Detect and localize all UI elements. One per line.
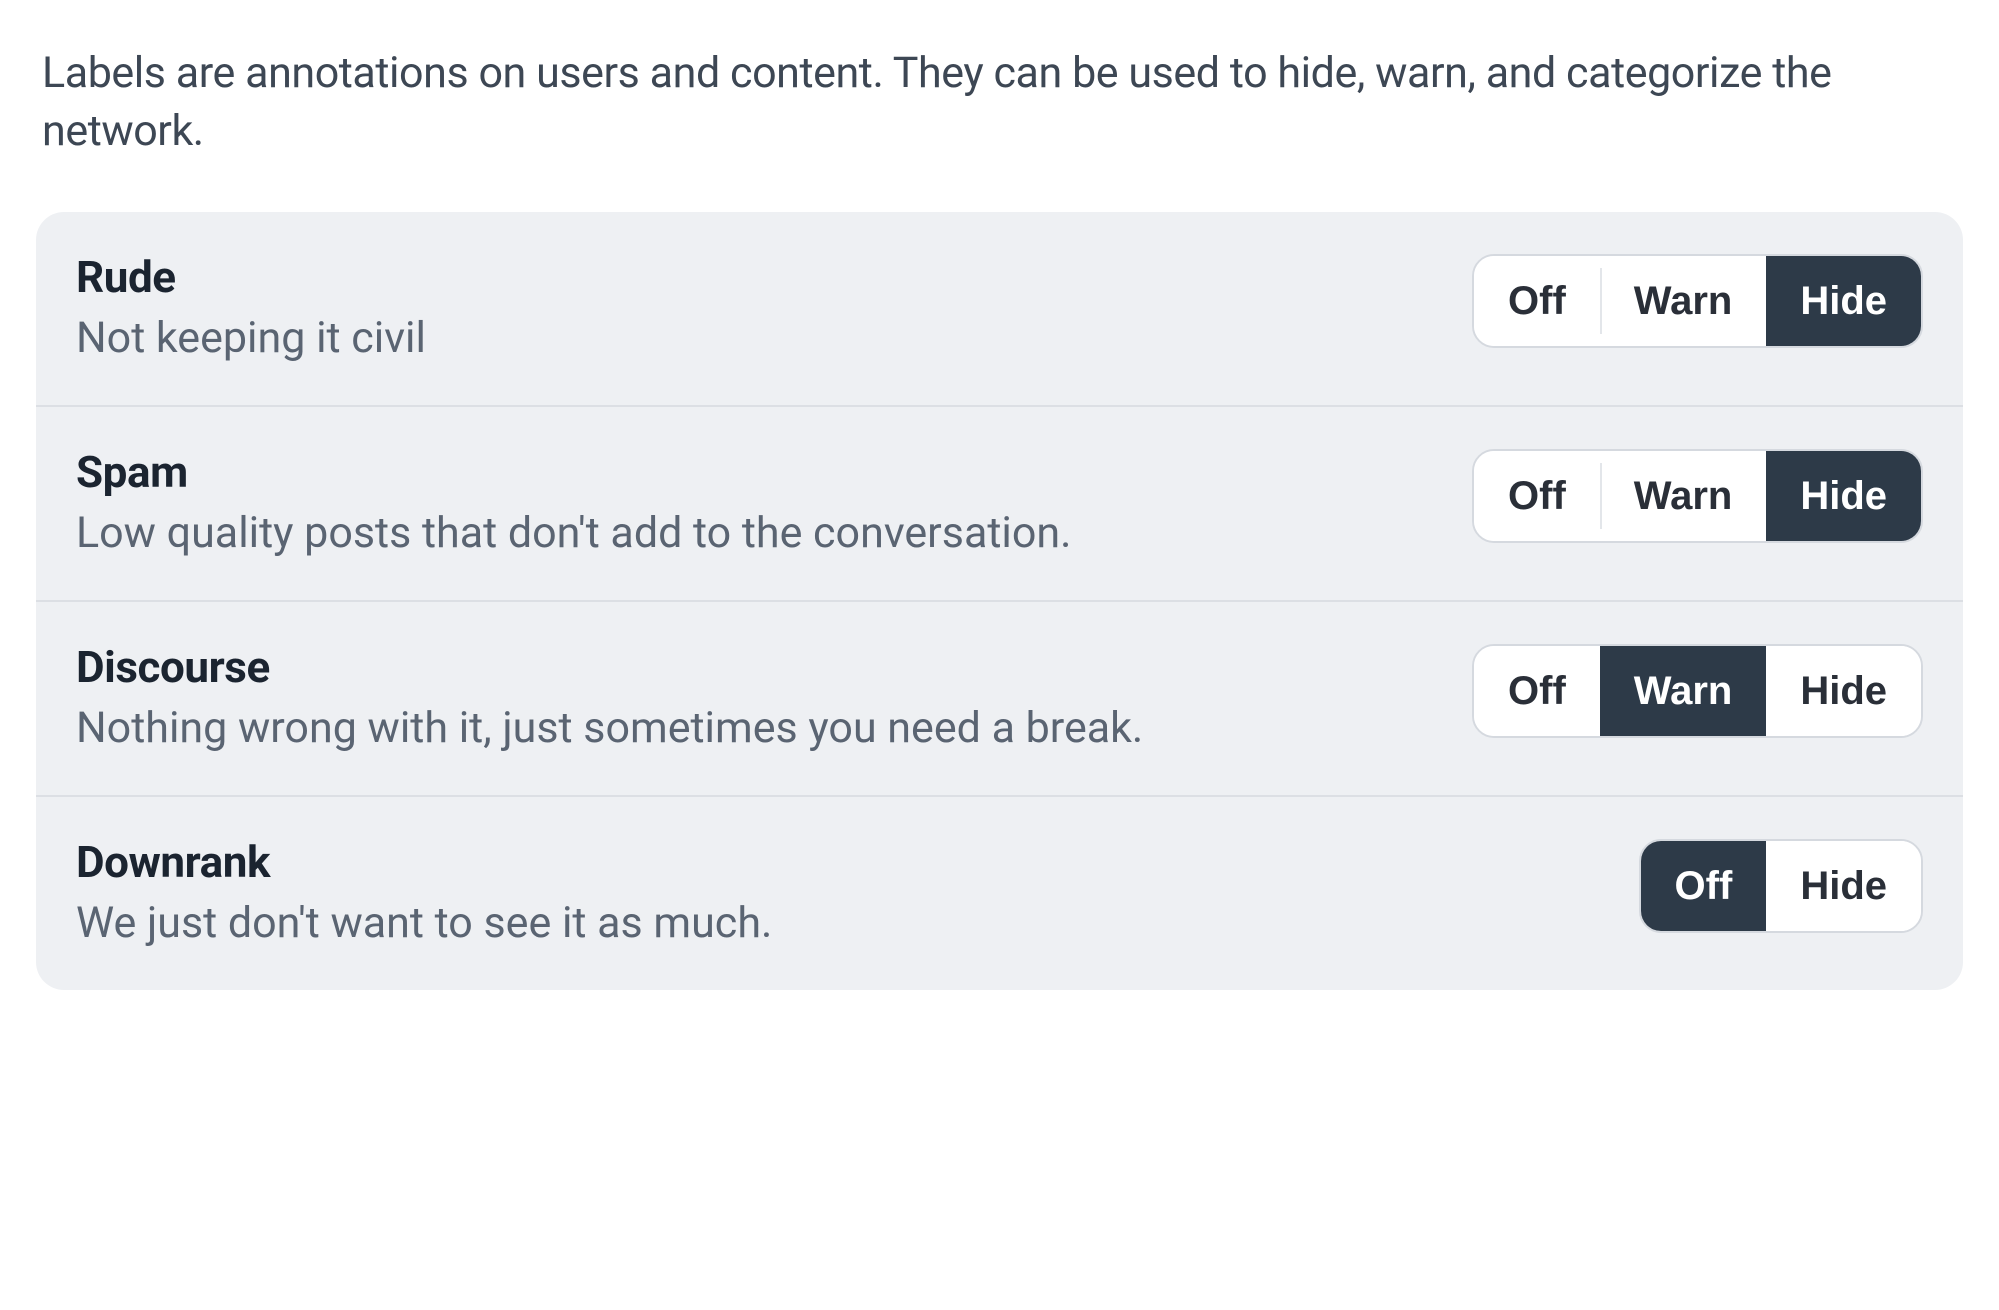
labels-panel: Rude Not keeping it civil Off Warn Hide … [36,212,1963,990]
segment-option-off[interactable]: Off [1474,646,1600,736]
label-title: Rude [76,250,1444,305]
label-description: Nothing wrong with it, just sometimes yo… [76,701,1444,757]
segment-option-hide[interactable]: Hide [1766,841,1921,931]
segment-option-off[interactable]: Off [1641,841,1767,931]
label-text: Downrank We just don't want to see it as… [76,835,1611,952]
segment-option-hide[interactable]: Hide [1766,646,1921,736]
labels-settings-page: Labels are annotations on users and cont… [0,0,1999,1034]
label-segmented-discourse: Off Warn Hide [1472,644,1923,738]
label-description: We just don't want to see it as much. [76,896,1611,952]
label-title: Spam [76,445,1444,500]
label-segmented-downrank: Off Hide [1639,839,1923,933]
label-description: Not keeping it civil [76,311,1444,367]
segment-option-hide[interactable]: Hide [1766,256,1921,346]
label-description: Low quality posts that don't add to the … [76,506,1444,562]
labels-intro-text: Labels are annotations on users and cont… [36,44,1963,160]
label-title: Discourse [76,640,1444,695]
label-text: Discourse Nothing wrong with it, just so… [76,640,1444,757]
label-title: Downrank [76,835,1611,890]
segment-option-warn[interactable]: Warn [1600,451,1767,541]
segment-option-off[interactable]: Off [1474,256,1600,346]
segment-option-off[interactable]: Off [1474,451,1600,541]
label-text: Rude Not keeping it civil [76,250,1444,367]
segment-option-warn[interactable]: Warn [1600,256,1767,346]
label-row-rude: Rude Not keeping it civil Off Warn Hide [36,212,1963,407]
label-row-spam: Spam Low quality posts that don't add to… [36,407,1963,602]
label-row-downrank: Downrank We just don't want to see it as… [36,797,1963,990]
label-segmented-rude: Off Warn Hide [1472,254,1923,348]
label-text: Spam Low quality posts that don't add to… [76,445,1444,562]
label-segmented-spam: Off Warn Hide [1472,449,1923,543]
segment-option-warn[interactable]: Warn [1600,646,1767,736]
segment-option-hide[interactable]: Hide [1766,451,1921,541]
label-row-discourse: Discourse Nothing wrong with it, just so… [36,602,1963,797]
